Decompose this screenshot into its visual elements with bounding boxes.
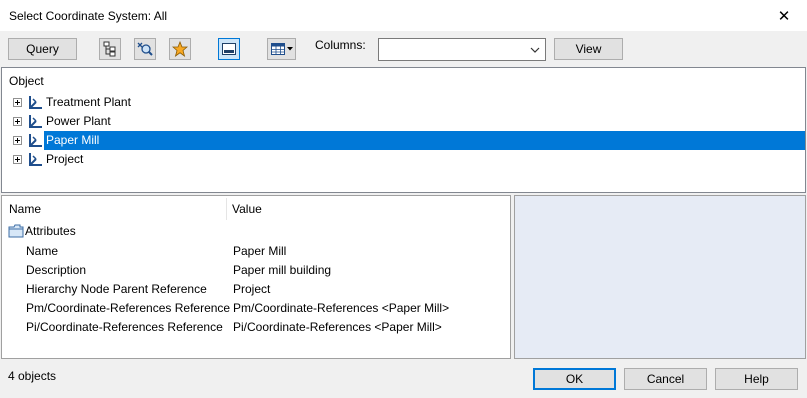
attributes-group[interactable]: Attributes (2, 222, 510, 241)
title-bar: Select Coordinate System: All ✕ (0, 0, 807, 31)
grid-icon (271, 43, 285, 55)
ok-button-label: OK (565, 372, 584, 386)
coordinate-system-icon (29, 134, 42, 147)
tree-item[interactable]: Power Plant (2, 112, 805, 131)
property-name: Pi/Coordinate-References Reference (26, 320, 223, 334)
folder-icon (8, 224, 24, 238)
tree-item-label: Project (46, 152, 84, 166)
coordinate-system-icon (29, 115, 42, 128)
chevron-down-icon (530, 47, 540, 53)
expand-icon[interactable] (13, 155, 22, 164)
status-text: 4 objects (8, 369, 57, 383)
tree-item[interactable]: Project (2, 150, 805, 169)
hierarchy-icon (103, 41, 116, 57)
view-button-label: View (575, 42, 602, 56)
dropdown-arrow-icon (287, 47, 293, 51)
property-value: Paper Mill (233, 244, 287, 258)
coordinate-system-icon (29, 153, 42, 166)
cancel-button[interactable]: Cancel (624, 368, 707, 390)
toolbar: Query Columns: View (0, 31, 807, 65)
hierarchy-view-button[interactable] (99, 38, 121, 60)
cancel-button-label: Cancel (646, 372, 685, 386)
ok-button[interactable]: OK (533, 368, 616, 390)
table-view-dropdown[interactable] (267, 38, 296, 60)
property-value: Project (233, 282, 271, 296)
query-button[interactable]: Query (8, 38, 77, 60)
property-name: Description (26, 263, 87, 277)
property-name: Name (26, 244, 59, 258)
tree-header: Object (9, 74, 44, 88)
object-tree-pane: Object Treatment Plant Power Plant Paper… (1, 67, 806, 193)
preview-pane-toggle[interactable] (218, 38, 240, 60)
favorites-button[interactable] (169, 38, 191, 60)
tree-item-label: Paper Mill (46, 133, 100, 147)
columns-select[interactable] (378, 38, 546, 61)
property-row[interactable]: Description Paper mill building (2, 260, 510, 279)
property-value: Pi/Coordinate-References <Paper Mill> (233, 320, 442, 334)
help-button[interactable]: Help (715, 368, 798, 390)
filter-search-button[interactable] (134, 38, 156, 60)
property-row[interactable]: Pm/Coordinate-References Reference Pm/Co… (2, 298, 510, 317)
column-divider[interactable] (226, 198, 227, 220)
window-title: Select Coordinate System: All (9, 9, 168, 23)
expand-icon[interactable] (13, 117, 22, 126)
pane-layout-icon (222, 43, 236, 55)
property-name: Hierarchy Node Parent Reference (26, 282, 207, 296)
columns-label: Columns: (315, 38, 366, 52)
help-button-label: Help (744, 372, 769, 386)
selection-highlight (44, 131, 805, 150)
query-button-label: Query (26, 42, 59, 56)
tree-item[interactable]: Treatment Plant (2, 93, 805, 112)
property-row[interactable]: Pi/Coordinate-References Reference Pi/Co… (2, 317, 510, 336)
coordinate-system-icon (29, 96, 42, 109)
property-value: Paper mill building (233, 263, 332, 277)
star-icon (172, 41, 188, 57)
property-row[interactable]: Hierarchy Node Parent Reference Project (2, 279, 510, 298)
close-icon: ✕ (777, 7, 791, 25)
close-button[interactable]: ✕ (761, 0, 807, 31)
expand-icon[interactable] (13, 136, 22, 145)
property-value: Pm/Coordinate-References <Paper Mill> (233, 301, 450, 315)
preview-pane (514, 195, 806, 359)
view-button[interactable]: View (554, 38, 623, 60)
tree-item-selected[interactable]: Paper Mill (2, 131, 805, 150)
expand-icon[interactable] (13, 98, 22, 107)
tree-item-label: Treatment Plant (46, 95, 131, 109)
property-row[interactable]: Name Paper Mill (2, 241, 510, 260)
attributes-group-label: Attributes (25, 224, 76, 238)
tree-item-label: Power Plant (46, 114, 111, 128)
properties-pane: Name Value Attributes Name Paper Mill De… (1, 195, 511, 359)
filter-search-icon (137, 42, 153, 56)
property-name: Pm/Coordinate-References Reference (26, 301, 231, 315)
